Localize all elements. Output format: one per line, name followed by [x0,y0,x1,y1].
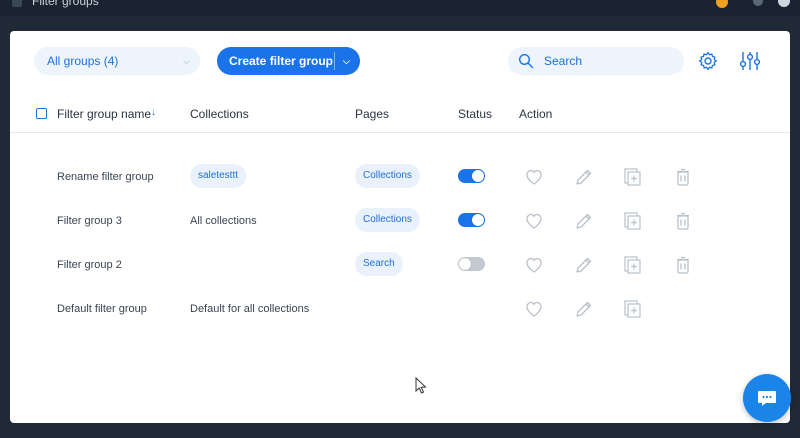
search-icon [518,53,534,69]
chevron-down-icon: ⌵ [183,56,190,66]
status-toggle[interactable] [458,257,485,271]
toggle-knob [459,258,471,270]
toggle-knob [472,214,484,226]
duplicate-icon[interactable] [623,211,643,231]
mouse-cursor-icon [415,377,427,394]
split-divider [334,52,335,70]
app-icon [12,0,22,7]
status-toggle[interactable] [458,169,485,183]
column-header-collections: Collections [190,107,249,121]
page-chip: Collections [355,164,420,188]
collection-text: All collections [190,215,257,227]
table-row: Default filter group Default for all col… [10,289,790,333]
table-header: Filter group name ↓ Collections Pages St… [10,93,790,133]
avatar[interactable] [778,0,790,7]
app-topbar: Filter groups [0,0,800,16]
groups-filter-label: All groups (4) [47,54,119,68]
column-header-status: Status [458,107,493,121]
column-header-pages: Pages [355,107,390,121]
window-title: Filter groups [32,0,99,8]
chat-icon [758,391,776,406]
heart-icon[interactable] [524,211,544,231]
filter-group-name: Rename filter group [57,171,154,183]
create-filter-group-button[interactable]: Create filter group ⌵ [217,47,360,75]
status-toggle[interactable] [458,213,485,227]
pencil-icon[interactable] [574,211,594,231]
chevron-down-icon[interactable]: ⌵ [343,47,350,75]
heart-icon[interactable] [524,255,544,275]
table-row: Filter group 3 All collections Collectio… [10,201,790,245]
page-chip: Collections [355,208,420,232]
collection-chip: saletesttt [190,164,247,188]
duplicate-icon[interactable] [623,255,643,275]
help-icon[interactable] [753,0,763,6]
filter-group-name: Filter group 3 [57,215,122,227]
table-row: Filter group 2 Search [10,245,790,289]
search-box[interactable] [508,47,684,75]
groups-filter-select[interactable]: All groups (4) ⌵ [34,47,200,75]
filter-group-name: Filter group 2 [57,259,122,271]
pencil-icon[interactable] [574,299,594,319]
trash-icon[interactable] [673,255,693,275]
table-row: Rename filter group saletesttt Collectio… [10,157,790,201]
notification-icon[interactable] [716,0,728,8]
search-input[interactable] [544,47,674,75]
column-header-name[interactable]: Filter group name [57,107,151,121]
trash-icon[interactable] [673,211,693,231]
pencil-icon[interactable] [574,167,594,187]
column-header-action: Action [519,107,553,121]
collection-text: Default for all collections [190,303,310,315]
heart-icon[interactable] [524,167,544,187]
duplicate-icon[interactable] [623,167,643,187]
duplicate-icon[interactable] [623,299,643,319]
create-filter-group-label: Create filter group [229,54,334,68]
page-chip: Search [355,252,403,276]
toggle-knob [472,170,484,182]
sort-down-icon[interactable]: ↓ [151,107,156,118]
sliders-icon[interactable] [739,50,761,72]
filter-group-name: Default filter group [57,303,147,315]
chat-button[interactable] [743,374,791,422]
gear-icon[interactable] [698,51,718,71]
heart-icon[interactable] [524,299,544,319]
select-all-checkbox[interactable] [36,108,47,119]
trash-icon[interactable] [673,167,693,187]
pencil-icon[interactable] [574,255,594,275]
filter-groups-panel: All groups (4) ⌵ Create filter group ⌵ F… [10,31,790,423]
